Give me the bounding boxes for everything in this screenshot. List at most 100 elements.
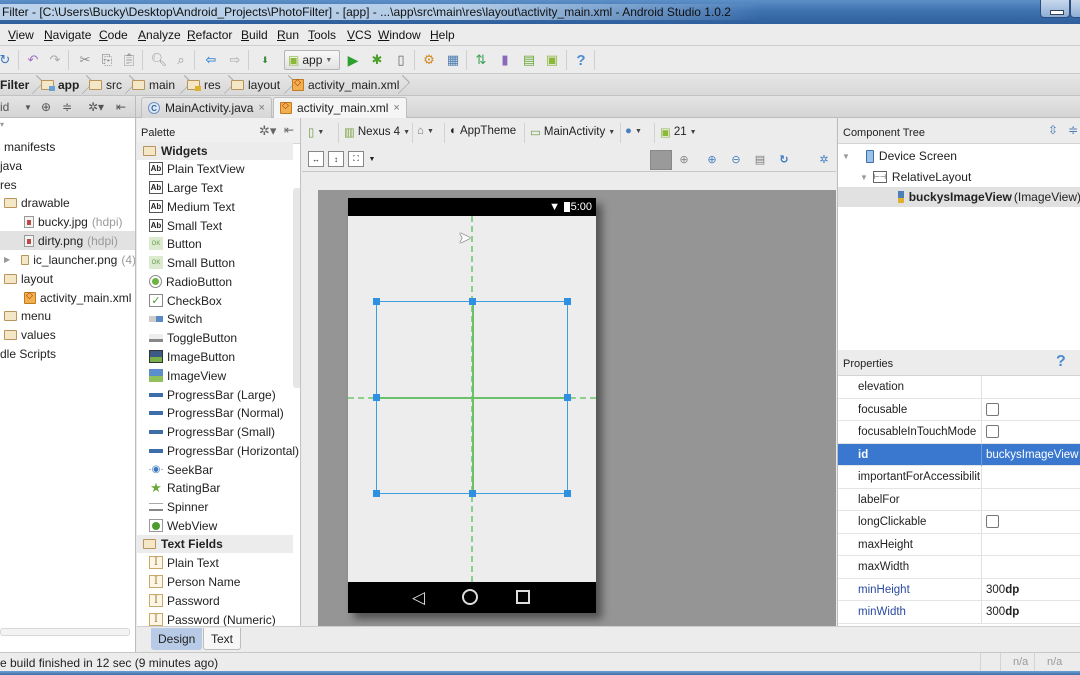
gear-icon[interactable]: ✲ [816,151,832,167]
resize-handle[interactable] [373,490,380,497]
settings-icon[interactable]: ▦ [444,51,462,69]
tab-activity-main-xml[interactable]: activity_main.xml × [273,97,407,118]
palette-item[interactable]: OK Button [149,234,202,253]
property-row-importantforaccessibility[interactable]: importantForAccessibility [838,466,1080,489]
hide-panel-icon[interactable]: ⇤ [116,100,126,114]
gear-icon[interactable]: ✲▾ [259,123,276,139]
resize-handle[interactable] [564,298,571,305]
maximize-button[interactable] [1070,0,1080,18]
palette-item[interactable]: ★ RatingBar [149,478,220,497]
tree-item-manifests[interactable]: manifests [0,137,135,156]
expand-arrow-icon[interactable]: ▼ [842,152,850,161]
menu-window[interactable]: Window [378,28,421,42]
menu-refactor[interactable]: Refactor [187,28,232,42]
palette-scrollbar[interactable] [293,188,300,388]
tree-node-device-screen[interactable]: ▼ Device Screen [838,146,1080,166]
layout-variants-dropdown[interactable]: ▯ ▼ [308,125,324,139]
menu-navigate[interactable]: Navigate [44,28,91,42]
project-structure-icon[interactable]: ⚙ [420,51,438,69]
palette-item[interactable]: ProgressBar (Horizontal) [149,441,299,460]
device-preview[interactable]: ▼ 5:00 ◁ ➤ [348,198,596,613]
expand-arrow-icon[interactable]: ▼ [860,173,868,182]
hide-panel-icon[interactable]: ⇤ [284,123,294,137]
resize-handle[interactable] [564,490,571,497]
property-row-focusable[interactable]: focusable [838,398,1080,421]
property-row-elevation[interactable]: elevation [838,376,1080,399]
menu-build[interactable]: Build [241,28,268,42]
palette-item[interactable]: ToggleButton [149,328,237,347]
collapse-all-icon[interactable]: ≑ [62,100,72,114]
palette-item[interactable]: Ab Medium Text [149,197,235,216]
focusable-checkbox[interactable] [986,402,999,416]
palette-item[interactable]: ProgressBar (Small) [149,422,275,441]
preview-icon[interactable]: ▤ [752,151,768,167]
help-icon[interactable]: ? [572,51,590,69]
back-icon[interactable]: ⇦ [202,51,220,69]
api-level-dropdown[interactable]: ▣ 21 ▼ [660,125,697,139]
breadcrumb-main[interactable]: main [132,77,175,93]
selected-imageview[interactable] [373,298,571,497]
device-dropdown[interactable]: ▥ Nexus 4 ▼ [344,125,410,139]
tree-item-res[interactable]: res [0,175,135,194]
breadcrumb-file[interactable]: activity_main.xml [292,77,399,93]
tree-item-activity-main-xml[interactable]: activity_main.xml [0,288,135,307]
palette-item[interactable]: Ab Large Text [149,178,223,197]
palette-group-text-fields[interactable]: Text Fields [137,535,293,553]
tree-row-app[interactable]: ▾ [0,118,135,134]
longclickable-checkbox[interactable] [986,515,999,528]
property-value[interactable] [981,488,1080,511]
menu-vcs[interactable]: VCS [347,28,372,42]
property-row-longclickable[interactable]: longClickable [838,511,1080,534]
palette-item[interactable]: Switch [149,309,202,328]
sync-icon[interactable]: ↻ [0,51,14,69]
theme-button[interactable]: ◐ AppTheme [450,125,516,137]
palette-item[interactable]: Ab Small Text [149,216,222,235]
expand-arrow-icon[interactable]: ▶ [4,255,10,264]
tab-mainactivity-java[interactable]: C MainActivity.java × [141,97,272,118]
breadcrumb-src[interactable]: src [89,77,122,93]
resize-handle[interactable] [373,298,380,305]
menu-analyze[interactable]: Analyze [138,28,181,42]
find-icon[interactable]: 🔍︎ [150,51,168,69]
scroll-from-source-icon[interactable]: ⊕ [41,100,51,114]
property-value[interactable] [981,466,1080,488]
palette-item[interactable]: I Password (Numeric) [149,610,276,626]
menu-code[interactable]: Code [99,28,128,42]
cut-icon[interactable]: ✂ [76,51,94,69]
property-row-minwidth[interactable]: minWidth 300dp [838,601,1080,624]
actual-size-icon[interactable]: ⊕ [676,151,692,167]
forward-icon[interactable]: ⇨ [226,51,244,69]
palette-item[interactable]: ProgressBar (Normal) [149,403,284,422]
resize-handle[interactable] [564,394,571,401]
close-tab-icon[interactable]: × [258,102,264,114]
property-row-focusableintouchmode[interactable]: focusableInTouchMode [838,421,1080,444]
palette-item[interactable]: ProgressBar (Large) [149,385,276,404]
sdk-manager-icon[interactable]: ▤ [520,51,538,69]
breadcrumb-layout[interactable]: layout [231,77,280,93]
run-icon[interactable]: ▶ [344,51,362,69]
tree-item-dirty-png[interactable]: dirty.png (hdpi) [0,231,135,250]
horizontal-scrollbar[interactable] [0,628,130,636]
tree-item-gradle-scripts[interactable]: dle Scripts [0,344,135,363]
property-row-minheight[interactable]: minHeight 300dp [838,578,1080,601]
refresh-icon[interactable]: ↻ [776,151,792,167]
palette-item[interactable]: I Plain Text [149,553,219,572]
menu-tools[interactable]: Tools [308,28,336,42]
tree-item-menu[interactable]: menu [0,306,135,325]
tree-item-values[interactable]: values [0,325,135,344]
property-value[interactable]: 300dp [981,601,1080,623]
palette-item[interactable]: ·◉· SeekBar [148,460,213,479]
property-row-labelfor[interactable]: labelFor [838,488,1080,511]
chevron-down-icon[interactable]: ▼ [364,151,380,167]
undo-icon[interactable]: ↶ [24,51,42,69]
property-value[interactable] [981,533,1080,556]
property-value[interactable]: buckysImageView [981,443,1080,466]
replace-icon[interactable]: ⌕ [172,51,190,69]
property-row-maxwidth[interactable]: maxWidth [838,556,1080,579]
zoom-out-icon[interactable]: ⊖ [728,151,744,167]
help-icon[interactable]: ? [1056,353,1066,371]
palette-item[interactable]: WebView [149,516,217,535]
palette-item[interactable]: Ab Plain TextView [149,159,245,178]
android-monitor-icon[interactable]: ▣ [543,51,561,69]
debug-icon[interactable]: ✱ [368,51,386,69]
